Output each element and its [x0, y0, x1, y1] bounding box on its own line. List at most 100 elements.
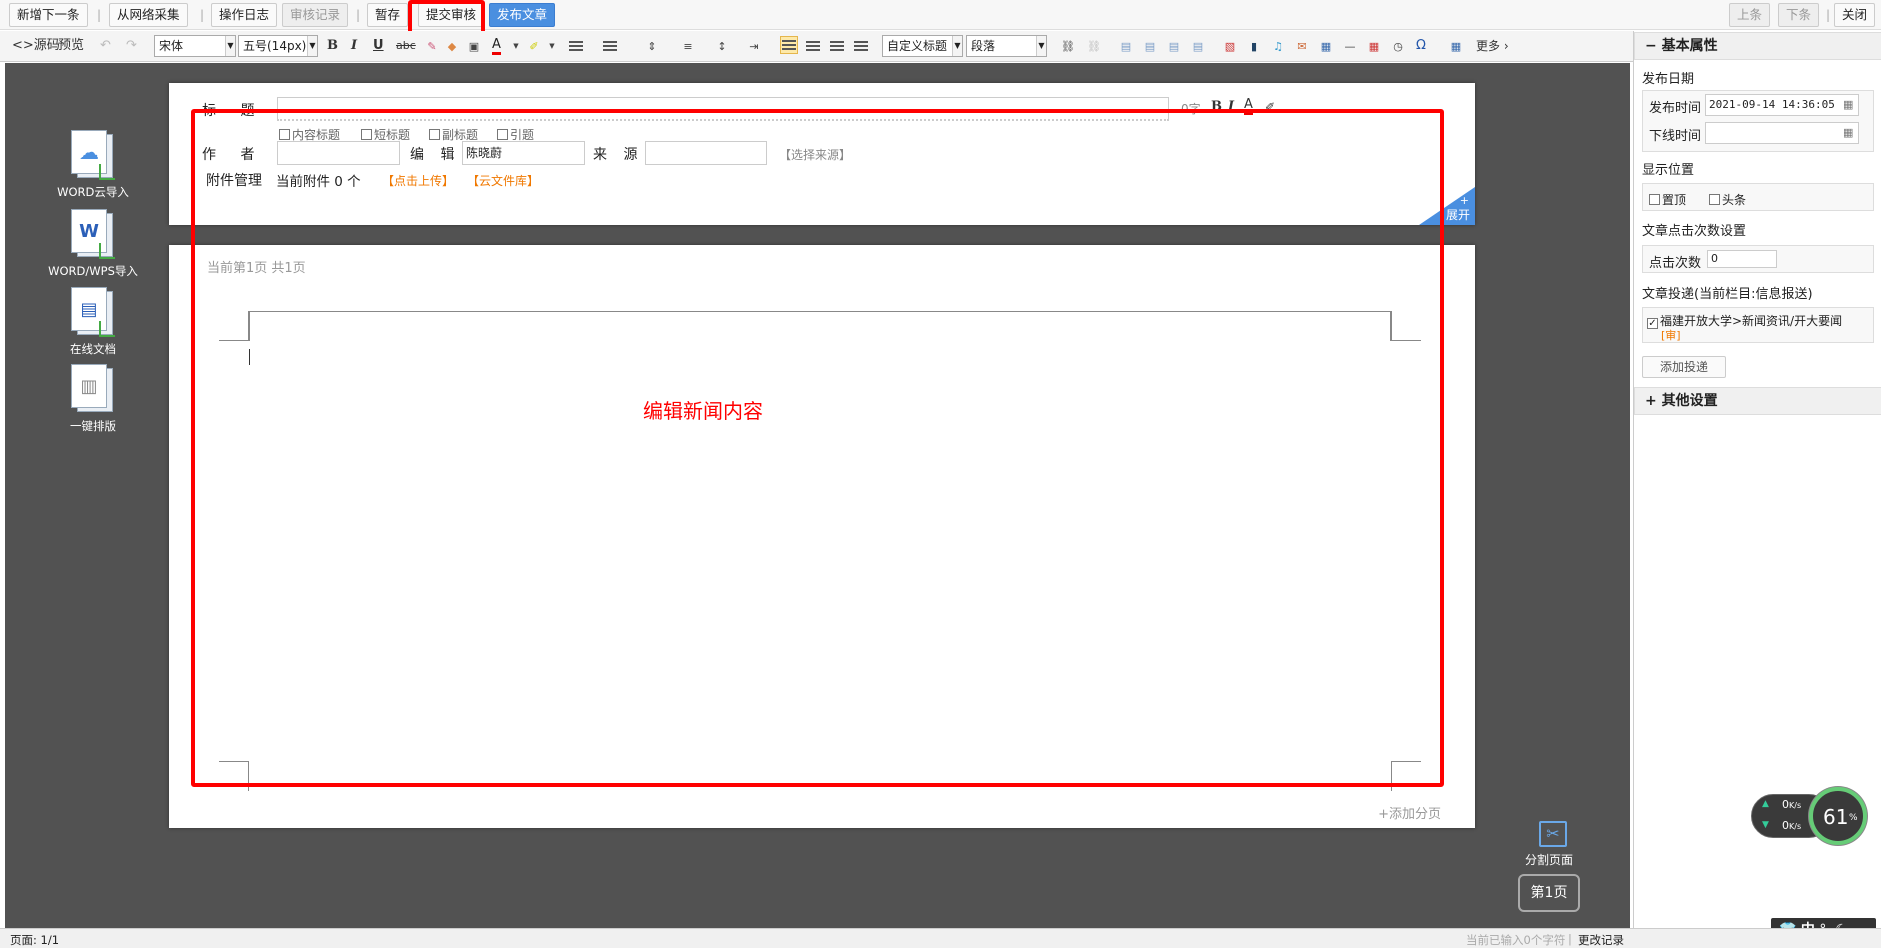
prev-button[interactable]: 上条 — [1729, 3, 1771, 27]
insert-attachment-icon[interactable]: ✉ — [1294, 39, 1310, 53]
insert-date-icon[interactable]: ▦ — [1366, 39, 1382, 53]
other-settings-header[interactable]: + 其他设置 — [1634, 387, 1881, 415]
bold-icon[interactable]: B — [327, 37, 338, 55]
unordered-list-icon[interactable] — [602, 39, 618, 53]
word-wps-import-label: WORD/WPS导入 — [48, 264, 138, 278]
font-color-icon[interactable]: A — [492, 37, 501, 55]
preview-button[interactable]: 预览 — [58, 37, 84, 55]
image-left-icon[interactable]: ▤ — [1118, 39, 1134, 53]
more-button[interactable]: 更多 › — [1476, 37, 1509, 55]
chevron-down-icon[interactable]: ▼ — [508, 39, 524, 53]
insert-image-icon[interactable]: ▧ — [1222, 39, 1238, 53]
italic-icon[interactable]: I — [351, 37, 357, 55]
upload-arrow-icon: ▲ — [1762, 799, 1769, 809]
line-height-icon[interactable]: ↕ — [714, 39, 730, 53]
source-code-button[interactable]: <>源码 — [12, 37, 60, 55]
font-size-select[interactable]: 五号(14px) ▼ — [238, 35, 318, 57]
unlink-icon[interactable]: ⛓ — [1086, 39, 1102, 53]
usage-ring: 61 % — [1809, 787, 1867, 845]
separator: | — [97, 8, 102, 22]
word-wps-import-tool[interactable]: W WORD/WPS导入 — [48, 209, 138, 279]
special-char-icon[interactable]: Ω — [1416, 37, 1426, 55]
review-record-button[interactable]: 审核记录 — [282, 3, 349, 27]
insert-time-icon[interactable]: ◷ — [1390, 39, 1406, 53]
insert-music-icon[interactable]: ♫ — [1270, 39, 1286, 53]
highlight-color-icon[interactable]: ✐ — [526, 39, 542, 53]
calendar-icon[interactable]: ▦ — [1843, 98, 1853, 111]
change-log-link[interactable]: 更改记录 — [1578, 932, 1624, 948]
separator: | — [356, 8, 361, 22]
top-action-bar: 新增下一条 | 从网络采集 | 操作日志 审核记录 | 暂存 提交审核 发布文章… — [0, 0, 1881, 30]
other-settings-title: 其他设置 — [1661, 393, 1718, 409]
insert-template-icon[interactable]: ▦ — [1318, 39, 1334, 53]
display-position-title: 显示位置 — [1642, 163, 1695, 178]
vertical-align-icon[interactable]: ⇕ — [644, 39, 660, 53]
image-center-icon[interactable]: ▤ — [1166, 39, 1182, 53]
link-icon[interactable]: ⛓ — [1060, 39, 1076, 53]
insert-video-icon[interactable]: ▮ — [1246, 39, 1262, 53]
font-family-select[interactable]: 宋体 ▼ — [154, 35, 236, 57]
paragraph-select[interactable]: 段落 ▼ — [966, 35, 1047, 57]
add-page-link[interactable]: +添加分页 — [1378, 803, 1441, 822]
scissors-icon: ✂ — [1539, 821, 1567, 847]
insert-table-icon[interactable]: ▦ — [1448, 39, 1464, 53]
calendar-icon[interactable]: ▦ — [1843, 126, 1853, 139]
expand-label[interactable]: 展开 — [1446, 206, 1470, 223]
align-justify-icon[interactable] — [853, 39, 869, 53]
click-count-input[interactable]: 0 — [1707, 250, 1777, 268]
offline-time-input[interactable] — [1705, 122, 1859, 144]
auto-layout-tool[interactable]: ▥ 一键排版 — [48, 364, 138, 434]
online-doc-tool[interactable]: ▤ 在线文档 — [48, 287, 138, 357]
close-button[interactable]: 关闭 — [1834, 3, 1876, 27]
position-box: 置顶 头条 — [1642, 183, 1874, 211]
next-button[interactable]: 下条 — [1778, 3, 1820, 27]
heading-style-select[interactable]: 自定义标题 ▼ — [882, 35, 963, 57]
paragraph-spacing-icon[interactable]: ≡ — [680, 39, 696, 53]
indent-icon[interactable]: ⇥ — [746, 39, 762, 53]
download-arrow-icon: ▼ — [1762, 820, 1769, 830]
basic-properties-header[interactable]: − 基本属性 — [1634, 32, 1881, 60]
add-next-button[interactable]: 新增下一条 — [9, 3, 88, 27]
offline-time-label: 下线时间 — [1649, 129, 1702, 144]
horizontal-line-icon[interactable]: — — [1342, 39, 1358, 53]
split-page-tool[interactable]: ✂ 分割页面 — [1525, 821, 1576, 868]
status-bar: 页面: 1/1 当前已输入0个字符 | 更改记录 — [0, 928, 1881, 948]
underline-icon[interactable]: U — [373, 37, 384, 55]
publish-time-input[interactable]: 2021-09-14 14:36:05 — [1705, 94, 1859, 116]
image-none-icon[interactable]: ▤ — [1190, 39, 1206, 53]
border-icon[interactable]: ▣ — [466, 39, 482, 53]
download-speed: 0K/s — [1782, 819, 1802, 832]
web-collect-button[interactable]: 从网络采集 — [109, 3, 188, 27]
word-cloud-import-label: WORD云导入 — [57, 185, 129, 199]
align-left-icon[interactable] — [780, 36, 798, 54]
eraser-icon[interactable]: ◆ — [444, 39, 460, 53]
align-right-icon[interactable] — [829, 39, 845, 53]
click-count-box: 点击次数 0 — [1642, 245, 1874, 273]
chevron-down-icon[interactable]: ▼ — [544, 39, 560, 53]
pin-top-checkbox[interactable]: 置顶 — [1649, 191, 1686, 208]
online-doc-label: 在线文档 — [70, 342, 116, 356]
image-right-icon[interactable]: ▤ — [1142, 39, 1158, 53]
network-speed-widget[interactable]: ▲ 0K/s ▼ 0K/s 61 % — [1751, 787, 1871, 845]
align-center-icon[interactable] — [805, 39, 821, 53]
format-painter-icon[interactable]: ✎ — [424, 39, 440, 53]
auto-layout-label: 一键排版 — [70, 419, 116, 433]
undo-icon[interactable]: ↶ — [100, 37, 111, 55]
publish-date-title: 发布日期 — [1642, 72, 1695, 87]
percent-sign: % — [1849, 813, 1858, 823]
headline-checkbox[interactable]: 头条 — [1709, 191, 1746, 208]
publish-article-button[interactable]: 发布文章 — [489, 3, 556, 27]
page-1-button[interactable]: 第1页 — [1518, 874, 1580, 912]
operation-log-button[interactable]: 操作日志 — [211, 3, 278, 27]
strikethrough-icon[interactable]: abc — [396, 37, 416, 55]
save-draft-button[interactable]: 暂存 — [367, 3, 409, 27]
redo-icon[interactable]: ↷ — [126, 37, 137, 55]
ordered-list-icon[interactable] — [568, 39, 584, 53]
expand-icon: + — [1645, 393, 1657, 409]
split-page-label: 分割页面 — [1524, 853, 1573, 867]
separator: | — [1826, 8, 1831, 22]
add-delivery-button[interactable]: 添加投递 — [1642, 356, 1726, 378]
word-import-icon: W — [71, 209, 115, 259]
collapse-icon: − — [1645, 38, 1657, 54]
word-cloud-import-tool[interactable]: ☁ WORD云导入 — [48, 130, 138, 200]
